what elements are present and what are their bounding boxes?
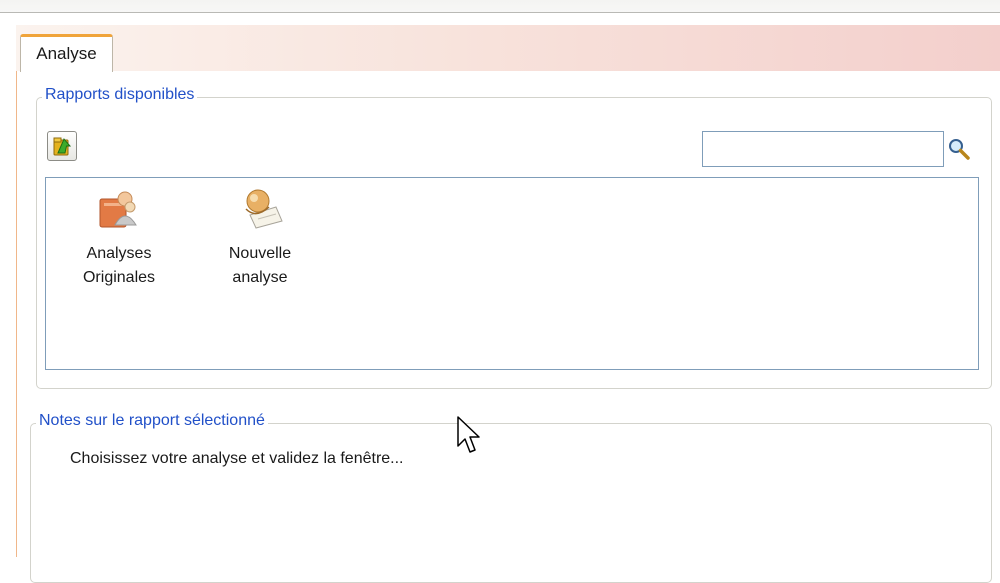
item-label-line1: Analyses [86,245,152,262]
search-icon[interactable] [947,137,971,161]
list-item-analyses-originales[interactable]: Analyses Originales [74,242,164,290]
new-analysis-icon[interactable] [236,185,288,231]
item-label-line2: analyse [232,269,288,286]
tab-strip [16,25,1000,72]
group-title-notes: Notes sur le rapport sélectionné [36,412,268,430]
item-label-line2: Originales [82,269,156,286]
notes-group: Notes sur le rapport sélectionné [30,412,992,583]
tab-analyse[interactable]: Analyse [20,34,113,72]
report-people-icon[interactable] [94,187,142,233]
report-list[interactable] [45,177,979,370]
notes-text: Choisissez votre analyse et validez la f… [70,450,404,467]
list-item-nouvelle-analyse[interactable]: Nouvelle analyse [212,242,308,290]
item-label-line1: Nouvelle [228,245,292,262]
search-input[interactable] [702,131,944,167]
folder-up-arrow-icon [53,137,72,156]
group-title-rapports: Rapports disponibles [42,86,198,104]
window-top-edge [0,0,1000,13]
mouse-cursor-icon [457,416,480,453]
upload-button[interactable] [47,131,77,161]
